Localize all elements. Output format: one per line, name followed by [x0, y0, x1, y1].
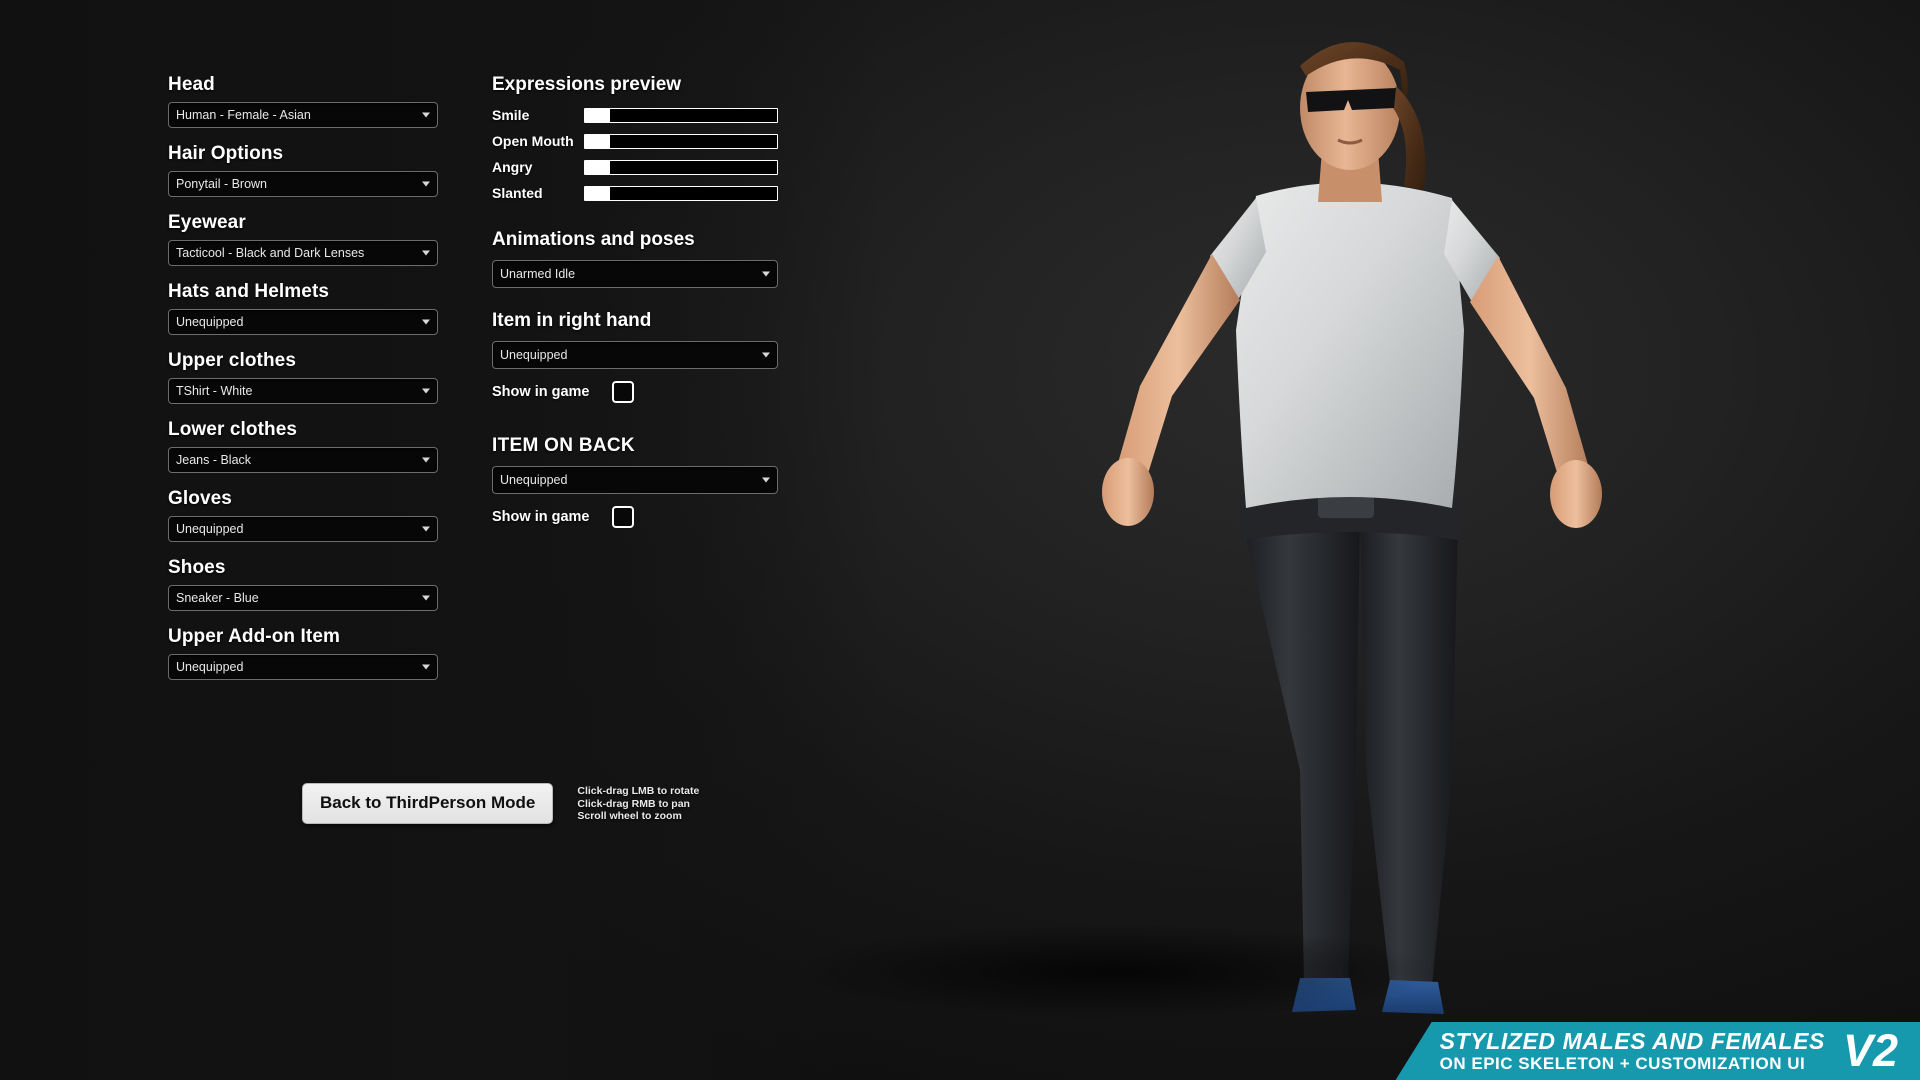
dropdown-right-hand-value: Unequipped: [500, 348, 568, 362]
group-label-gloves: Gloves: [168, 488, 232, 509]
viewport-hints: Click-drag LMB to rotate Click-drag RMB …: [577, 785, 699, 823]
chevron-down-icon: [422, 112, 430, 118]
group-label-upper-clothes: Upper clothes: [168, 350, 296, 371]
chevron-down-icon: [422, 250, 430, 256]
expressions-title: Expressions preview: [492, 74, 682, 95]
slider-row-slanted: Slanted: [492, 183, 778, 203]
right-hand-show-in-game-checkbox[interactable]: [611, 381, 634, 403]
right-hand-show-in-game-label: Show in game: [492, 384, 590, 400]
dropdown-shoes-value: Sneaker - Blue: [176, 591, 259, 605]
dropdown-gloves[interactable]: Unequipped: [168, 516, 438, 542]
slider-label-slanted: Slanted: [492, 185, 543, 201]
group-label-hats-and-helmets: Hats and Helmets: [168, 281, 330, 302]
chevron-down-icon: [422, 181, 430, 187]
dropdown-eyewear[interactable]: Tacticool - Black and Dark Lenses: [168, 240, 438, 266]
slider-row-smile: Smile: [492, 105, 778, 125]
character-model[interactable]: [1060, 0, 1620, 1080]
slider-handle-angry[interactable]: [585, 160, 610, 174]
slider-handle-smile[interactable]: [585, 108, 610, 122]
chevron-down-icon: [422, 526, 430, 532]
banner-text: STYLIZED MALES AND FEMALES ON EPIC SKELE…: [1439, 1028, 1825, 1074]
dropdown-item-on-back[interactable]: Unequipped: [492, 466, 778, 494]
right-hand-title: Item in right hand: [492, 310, 652, 331]
dropdown-lower-clothes-value: Jeans - Black: [176, 453, 252, 467]
item-on-back-show-in-game-checkbox[interactable]: [611, 506, 634, 528]
group-shoes: Shoes Sneaker - Blue: [168, 557, 438, 611]
item-on-back-show-in-game-label: Show in game: [492, 509, 590, 525]
group-gloves: Gloves Unequipped: [168, 488, 438, 542]
group-label-shoes: Shoes: [168, 557, 226, 578]
customization-panel-right: Expressions preview Smile Open Mouth Ang…: [492, 74, 778, 528]
group-upper-add-on-item: Upper Add-on Item Unequipped: [168, 626, 438, 680]
dropdown-animations-value: Unarmed Idle: [500, 267, 576, 281]
product-banner: STYLIZED MALES AND FEMALES ON EPIC SKELE…: [1395, 1022, 1920, 1080]
group-label-hair-options: Hair Options: [168, 143, 284, 164]
dropdown-upper-clothes-value: TShirt - White: [176, 384, 253, 398]
item-on-back-title: ITEM ON BACK: [492, 435, 635, 456]
chevron-down-icon: [422, 319, 430, 325]
chevron-down-icon: [422, 664, 430, 670]
chevron-down-icon: [762, 352, 770, 358]
animations-section: Animations and poses Unarmed Idle: [492, 229, 778, 288]
group-eyewear: Eyewear Tacticool - Black and Dark Lense…: [168, 212, 438, 266]
banner-subtitle: ON EPIC SKELETON + CUSTOMIZATION UI: [1439, 1054, 1806, 1073]
group-label-upper-add-on-item: Upper Add-on Item: [168, 626, 340, 647]
slider-slanted[interactable]: [584, 185, 778, 201]
slider-row-open-mouth: Open Mouth: [492, 131, 778, 151]
slider-label-smile: Smile: [492, 107, 530, 123]
dropdown-eyewear-value: Tacticool - Black and Dark Lenses: [176, 246, 365, 260]
back-to-thirdperson-mode-button[interactable]: Back to ThirdPerson Mode: [302, 783, 554, 824]
group-head: Head Human - Female - Asian: [168, 74, 438, 128]
slider-row-angry: Angry: [492, 157, 778, 177]
group-hats-and-helmets: Hats and Helmets Unequipped: [168, 281, 438, 335]
slider-smile[interactable]: [584, 107, 778, 123]
group-label-lower-clothes: Lower clothes: [168, 419, 298, 440]
slider-angry[interactable]: [584, 159, 778, 175]
slider-handle-open-mouth[interactable]: [585, 134, 610, 148]
hint-pan: Click-drag RMB to pan: [577, 797, 690, 810]
customization-panel-left: Head Human - Female - Asian Hair Options…: [168, 74, 438, 695]
slider-open-mouth[interactable]: [584, 133, 778, 149]
slider-handle-slanted[interactable]: [585, 186, 610, 200]
item-on-back-section: ITEM ON BACK Unequipped Show in game: [492, 435, 778, 528]
chevron-down-icon: [422, 595, 430, 601]
dropdown-upper-add-on-item-value: Unequipped: [176, 660, 244, 674]
dropdown-head-value: Human - Female - Asian: [176, 108, 311, 122]
expressions-section: Expressions preview Smile Open Mouth Ang…: [492, 74, 778, 203]
animations-title: Animations and poses: [492, 229, 695, 250]
group-upper-clothes: Upper clothes TShirt - White: [168, 350, 438, 404]
dropdown-right-hand[interactable]: Unequipped: [492, 341, 778, 369]
slider-label-open-mouth: Open Mouth: [492, 133, 574, 149]
right-hand-show-in-game-row: Show in game: [492, 381, 778, 403]
hint-rotate: Click-drag LMB to rotate: [577, 785, 700, 797]
banner-version: V2: [1842, 1024, 1898, 1076]
dropdown-hats-and-helmets-value: Unequipped: [176, 315, 244, 329]
dropdown-lower-clothes[interactable]: Jeans - Black: [168, 447, 438, 473]
bottom-controls: Back to ThirdPerson Mode Click-drag LMB …: [302, 783, 699, 824]
chevron-down-icon: [422, 388, 430, 394]
hint-zoom: Scroll wheel to zoom: [577, 810, 682, 822]
item-on-back-show-in-game-row: Show in game: [492, 506, 778, 528]
right-hand-section: Item in right hand Unequipped Show in ga…: [492, 310, 778, 403]
dropdown-hats-and-helmets[interactable]: Unequipped: [168, 309, 438, 335]
dropdown-gloves-value: Unequipped: [176, 522, 244, 536]
group-lower-clothes: Lower clothes Jeans - Black: [168, 419, 438, 473]
chevron-down-icon: [762, 271, 770, 277]
slider-label-angry: Angry: [492, 159, 533, 175]
chevron-down-icon: [422, 457, 430, 463]
dropdown-hair-options[interactable]: Ponytail - Brown: [168, 171, 438, 197]
dropdown-upper-add-on-item[interactable]: Unequipped: [168, 654, 438, 680]
group-label-head: Head: [168, 74, 215, 95]
dropdown-hair-options-value: Ponytail - Brown: [176, 177, 268, 191]
group-hair-options: Hair Options Ponytail - Brown: [168, 143, 438, 197]
group-label-eyewear: Eyewear: [168, 212, 246, 233]
dropdown-animations[interactable]: Unarmed Idle: [492, 260, 778, 288]
banner-title: STYLIZED MALES AND FEMALES: [1439, 1028, 1825, 1054]
dropdown-head[interactable]: Human - Female - Asian: [168, 102, 438, 128]
dropdown-upper-clothes[interactable]: TShirt - White: [168, 378, 438, 404]
chevron-down-icon: [762, 477, 770, 483]
dropdown-item-on-back-value: Unequipped: [500, 473, 568, 487]
dropdown-shoes[interactable]: Sneaker - Blue: [168, 585, 438, 611]
